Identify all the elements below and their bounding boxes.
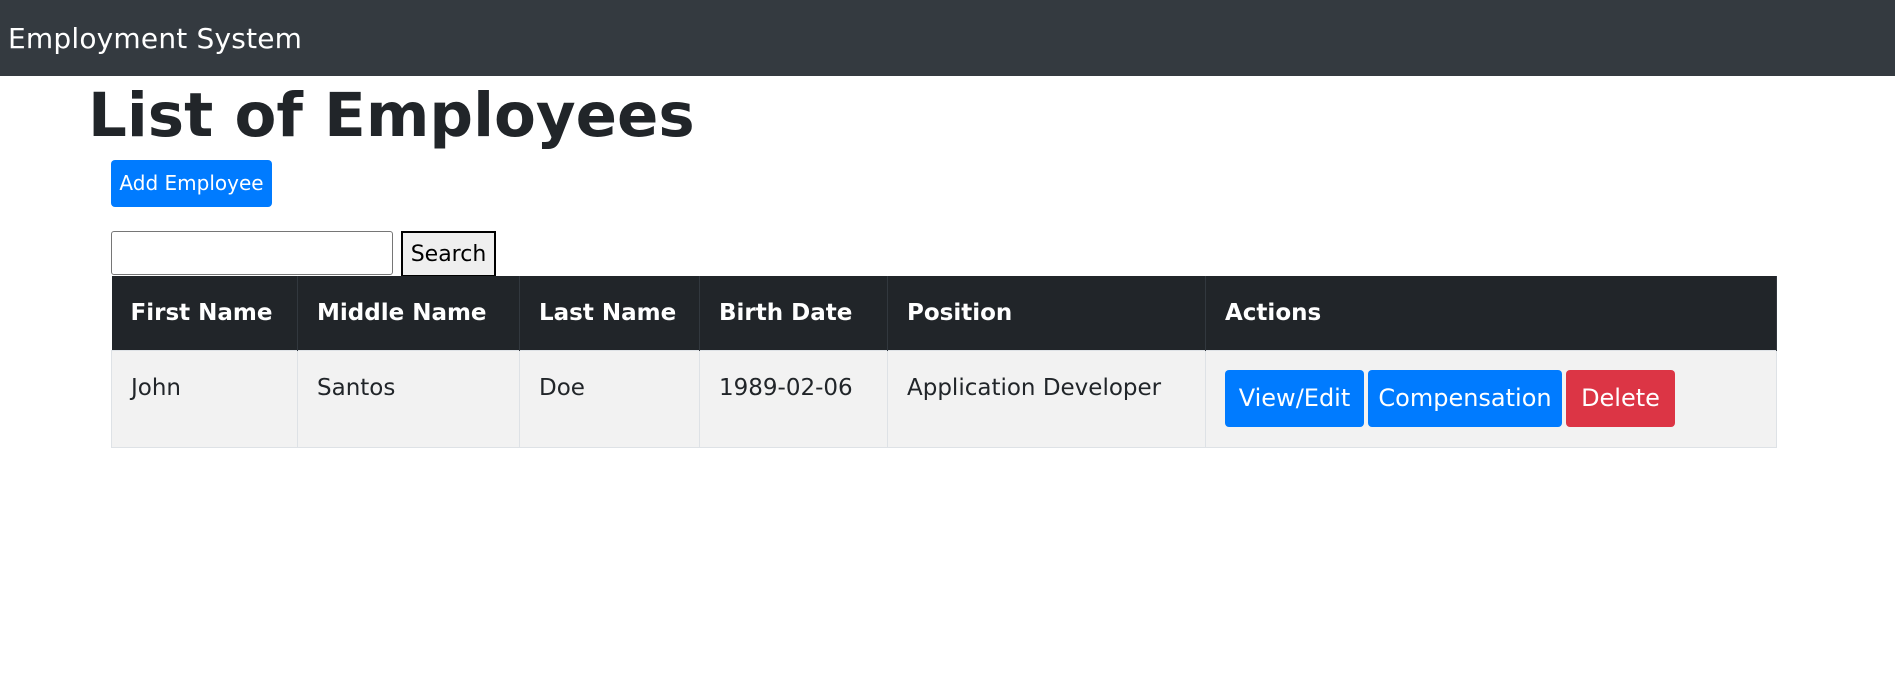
last-name-text: Doe <box>539 374 585 401</box>
table-row: John Santos Doe 1989-02-06 Application D… <box>111 349 1777 448</box>
view-edit-button[interactable]: View/Edit <box>1225 370 1364 427</box>
cell-last-name: Doe <box>519 349 700 448</box>
cell-first-name: John <box>111 349 298 448</box>
first-name-text: John <box>131 374 182 401</box>
search-input[interactable] <box>111 231 393 275</box>
compensation-button[interactable]: Compensation <box>1368 370 1562 427</box>
header-actions: Actions <box>1205 276 1777 350</box>
navbar: Employment System <box>0 0 1895 76</box>
position-text: Application Developer <box>907 374 1162 401</box>
add-employee-button[interactable]: Add Employee <box>111 160 272 207</box>
header-first-name: First Name <box>111 276 298 350</box>
header-middle-name: Middle Name <box>297 276 520 350</box>
middle-name-text: Santos <box>317 374 396 401</box>
delete-button[interactable]: Delete <box>1566 370 1675 427</box>
header-position: Position <box>887 276 1206 350</box>
cell-position: Application Developer <box>887 349 1206 448</box>
cell-middle-name: Santos <box>297 349 520 448</box>
header-birth-date: Birth Date <box>699 276 888 350</box>
cell-birth-date: 1989-02-06 <box>699 349 888 448</box>
table-header-row: First Name Middle Name Last Name Birth D… <box>111 276 1777 350</box>
page-title: List of Employees <box>88 80 695 151</box>
cell-actions: View/Edit Compensation Delete <box>1205 349 1777 448</box>
employees-table: First Name Middle Name Last Name Birth D… <box>111 276 1777 448</box>
birth-date-text: 1989-02-06 <box>719 374 853 401</box>
search-button[interactable]: Search <box>401 231 496 277</box>
navbar-brand[interactable]: Employment System <box>8 22 302 55</box>
header-last-name: Last Name <box>519 276 700 350</box>
